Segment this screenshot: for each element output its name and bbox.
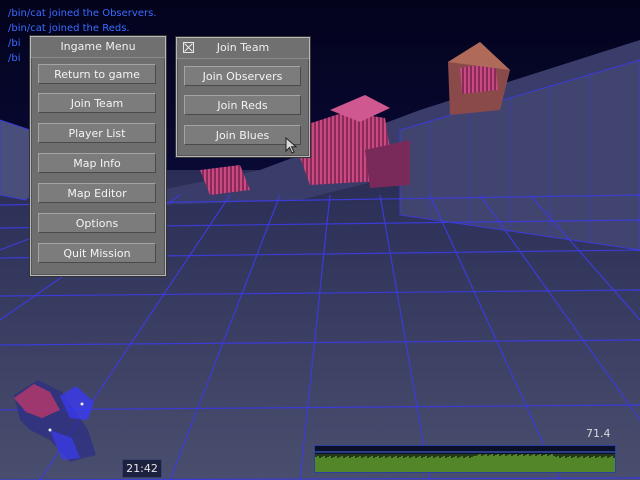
map-info-button[interactable]: Map Info [38, 153, 156, 173]
join-observers-button[interactable]: Join Observers [184, 66, 301, 86]
mouse-cursor-icon [285, 136, 299, 159]
ingame-menu-panel: Ingame Menu Return to game Join Team Pla… [30, 36, 166, 276]
map-editor-button[interactable]: Map Editor [38, 183, 156, 203]
options-button[interactable]: Options [38, 213, 156, 233]
return-to-game-button[interactable]: Return to game [38, 64, 156, 84]
net-graph [314, 445, 616, 473]
chat-line: /bin/cat joined the Reds. [8, 23, 130, 34]
fps-counter: 71.4 [586, 427, 611, 440]
ingame-menu-title: Ingame Menu [31, 37, 165, 58]
join-blues-button[interactable]: Join Blues [184, 125, 301, 145]
player-list-button[interactable]: Player List [38, 123, 156, 143]
join-reds-button[interactable]: Join Reds [184, 95, 301, 115]
join-team-titlebar: Join Team [177, 38, 309, 59]
join-team-button[interactable]: Join Team [38, 93, 156, 113]
game-clock: 21:42 [122, 459, 162, 478]
net-graph-bars [315, 451, 615, 472]
chat-line: /bin/cat joined the Observers. [8, 8, 157, 19]
quit-mission-button[interactable]: Quit Mission [38, 243, 156, 263]
join-team-title: Join Team [216, 41, 270, 54]
close-icon[interactable] [183, 42, 194, 53]
